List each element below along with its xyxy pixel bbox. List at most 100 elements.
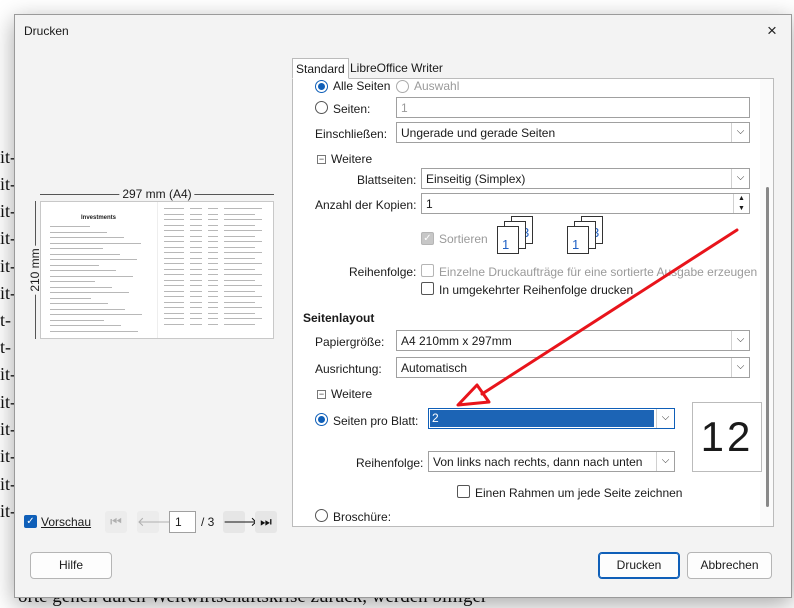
preview-text-line <box>164 268 184 270</box>
preview-text-line <box>190 224 202 226</box>
einschliessen-select[interactable]: Ungerade und gerade Seiten ⌵ <box>396 122 750 143</box>
preview-text-line <box>190 318 202 319</box>
einzelne-druckauftraege-label[interactable]: Einzelne Druckaufträge für eine sortiert… <box>439 265 757 279</box>
sortieren-label[interactable]: Sortieren <box>439 232 488 246</box>
einzelne-druckauftraege-checkbox[interactable] <box>421 264 434 277</box>
preview-text-line <box>50 231 107 233</box>
print-button[interactable]: Drucken <box>598 552 680 579</box>
seiten-pro-blatt-select[interactable]: 2 ⌵ <box>428 408 675 429</box>
page-number-input[interactable]: 1 <box>169 511 196 533</box>
preview-text-line <box>224 296 262 297</box>
preview-text-line <box>190 301 202 303</box>
preview-text-line <box>50 259 137 260</box>
help-button[interactable]: Hilfe <box>30 552 112 579</box>
preview-text-line <box>190 268 202 270</box>
seiten-label[interactable]: Seiten: <box>333 102 370 116</box>
spin-up-icon[interactable]: ▲ <box>734 194 749 204</box>
preview-text-line <box>190 279 202 281</box>
preview-text-line <box>164 219 184 220</box>
preview-text-line <box>190 257 202 259</box>
rahmen-checkbox[interactable] <box>457 485 470 498</box>
preview-text-line <box>208 252 218 253</box>
preview-text-line <box>208 219 218 220</box>
preview-text-line <box>50 292 129 293</box>
umgekehrte-reihenfolge-label[interactable]: In umgekehrter Reihenfolge drucken <box>439 283 633 297</box>
preview-text-line <box>164 224 184 226</box>
preview-text-line <box>224 213 255 215</box>
preview-text-line <box>164 301 184 303</box>
auswahl-radio[interactable] <box>396 80 409 93</box>
preview-text-line <box>164 263 184 264</box>
preview-text-line <box>164 307 184 308</box>
scrollbar-thumb[interactable] <box>766 187 769 507</box>
weitere-expander-1[interactable]: Weitere <box>331 152 372 166</box>
preview-text-line <box>50 264 99 266</box>
blattseiten-select[interactable]: Einseitig (Simplex) ⌵ <box>421 168 750 189</box>
kopien-input[interactable]: 1 ▲ ▼ <box>421 193 750 214</box>
reihenfolge-select[interactable]: Von links nach rechts, dann nach unten ⌵ <box>428 451 675 472</box>
preview-text-line <box>164 257 184 259</box>
preview-text-line <box>224 263 262 264</box>
first-page-icon[interactable]: ⏮ <box>105 511 127 533</box>
cancel-button[interactable]: Abbrechen <box>687 552 772 579</box>
kopien-spinner[interactable]: ▲ ▼ <box>733 194 749 213</box>
preview-text-line <box>208 307 218 308</box>
papiergroesse-select[interactable]: A4 210mm x 297mm ⌵ <box>396 330 750 351</box>
background-text-fragment: t- <box>0 310 11 330</box>
papiergroesse-label: Papiergröße: <box>315 335 385 349</box>
preview-text-line <box>208 279 218 281</box>
preview-text-line <box>224 208 262 209</box>
chevron-down-icon: ⌵ <box>731 358 749 377</box>
preview-text-line <box>190 230 202 231</box>
last-page-icon[interactable]: ⏭ <box>255 511 277 533</box>
preview-text-line <box>224 312 255 314</box>
preview-text-line <box>208 268 218 270</box>
tab-libreoffice-writer[interactable]: LibreOffice Writer <box>347 58 446 79</box>
preview-text-line <box>224 224 255 226</box>
preview-text-line <box>50 242 141 244</box>
preview-text-line <box>50 297 91 299</box>
preview-text-line <box>190 252 202 253</box>
print-dialog: Drucken × 297 mm (A4) 210 mm Investments… <box>14 14 792 598</box>
broschure-radio[interactable] <box>315 509 328 522</box>
preview-text-line <box>190 307 202 308</box>
spin-down-icon[interactable]: ▼ <box>734 204 749 213</box>
preview-text-line <box>190 312 202 314</box>
page-preview: Investments <box>40 201 274 339</box>
alle-seiten-label[interactable]: Alle Seiten <box>333 79 390 93</box>
preview-text-line <box>208 323 218 325</box>
seiten-pro-blatt-radio[interactable] <box>315 413 328 426</box>
preview-text-line <box>208 290 218 292</box>
seiten-radio[interactable] <box>315 101 328 114</box>
preview-text-line <box>50 248 103 249</box>
preview-text-line <box>50 237 124 238</box>
ausrichtung-select[interactable]: Automatisch ⌵ <box>396 357 750 378</box>
next-page-icon[interactable]: 🡒 <box>223 511 258 533</box>
vorschau-checkbox[interactable]: ✓ <box>24 515 37 528</box>
collapse-icon[interactable]: − <box>317 390 326 399</box>
weitere-expander-2[interactable]: Weitere <box>331 387 372 401</box>
seiten-input[interactable]: 1 <box>396 97 750 118</box>
close-icon[interactable]: × <box>759 18 785 44</box>
seiten-pro-blatt-label[interactable]: Seiten pro Blatt: <box>333 414 418 428</box>
preview-text-line <box>190 285 202 286</box>
umgekehrte-reihenfolge-checkbox[interactable] <box>421 282 434 295</box>
collate-pages-icon: 3 2 1 <box>497 216 541 256</box>
preview-text-line <box>190 235 202 237</box>
broschure-label[interactable]: Broschüre: <box>333 510 391 524</box>
reihenfolge-label-2: Reihenfolge: <box>356 456 424 470</box>
auswahl-label[interactable]: Auswahl <box>414 79 459 93</box>
alle-seiten-radio[interactable] <box>315 80 328 93</box>
previous-page-icon[interactable]: 🡐 <box>137 511 172 533</box>
rahmen-label[interactable]: Einen Rahmen um jede Seite zeichnen <box>475 486 682 500</box>
preview-width-dimension: 297 mm (A4) <box>40 187 274 201</box>
preview-text-line <box>208 318 218 319</box>
collapse-icon[interactable]: − <box>317 155 326 164</box>
sortieren-checkbox[interactable]: ✓ <box>421 232 434 245</box>
vorschau-label[interactable]: Vorschau <box>41 515 91 529</box>
preview-text-line <box>208 312 218 314</box>
tab-standard[interactable]: Standard <box>292 58 349 79</box>
preview-text-line <box>224 279 255 281</box>
preview-text-line <box>164 279 184 281</box>
preview-text-line <box>224 257 255 259</box>
